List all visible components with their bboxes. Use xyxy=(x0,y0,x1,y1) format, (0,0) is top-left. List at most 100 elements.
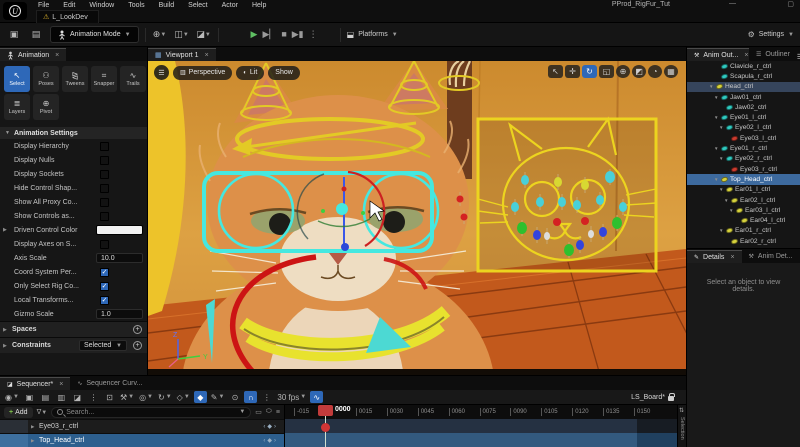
maximize-button[interactable]: ▢ xyxy=(787,0,794,8)
sequencer-side-tab[interactable]: ⇅ Selection xyxy=(677,405,686,447)
tree-item-ear04_l_ctrl[interactable]: Ear04_l_ctrl xyxy=(687,215,800,225)
browse-content-icon[interactable]: ▤ xyxy=(39,391,52,403)
close-icon[interactable]: × xyxy=(744,52,748,59)
tree-item-top_head_ctrl[interactable]: ▼ Top_Head_ctrl xyxy=(687,174,800,185)
lock-icon[interactable] xyxy=(668,392,675,401)
checkbox[interactable] xyxy=(100,211,109,221)
tab-anim-details[interactable]: ⚒ Anim Det... xyxy=(742,250,800,263)
group-spaces[interactable]: ▶ Spaces + xyxy=(0,321,147,337)
lit-dropdown[interactable]: ◐ Lit xyxy=(236,65,265,80)
close-icon[interactable]: × xyxy=(55,52,59,59)
menu-tools[interactable]: Tools xyxy=(128,2,144,9)
curve-editor-icon[interactable]: ∿ xyxy=(310,391,324,403)
play-options-dots[interactable]: ⋮ xyxy=(309,29,318,40)
menu-edit[interactable]: Edit xyxy=(63,2,75,9)
content-browser-icon[interactable]: ▤ xyxy=(28,27,44,43)
checkbox[interactable]: ✓ xyxy=(100,281,109,291)
facial-control-board[interactable] xyxy=(456,116,658,273)
save-all-icon[interactable]: ▣ xyxy=(6,27,22,43)
tree-item-ear03_l_ctrl[interactable]: ▼ Ear03_l_ctrl xyxy=(687,205,800,215)
cinematics-icon[interactable]: ◪ ▼ xyxy=(196,27,212,43)
edit-pen-icon[interactable]: ✎ ▼ xyxy=(210,391,226,403)
track-lane[interactable] xyxy=(285,419,686,433)
add-actor-icon[interactable]: ⊕ ▼ xyxy=(152,27,168,43)
tree-item-ear01_r_ctrl[interactable]: ▼ Ear01_r_ctrl xyxy=(687,226,800,236)
play-button[interactable]: ▶ xyxy=(251,29,258,40)
tab-outliner[interactable]: ☰ Outliner xyxy=(749,48,797,61)
tree-item-ear02_r_ctrl[interactable]: Ear02_r_ctrl xyxy=(687,236,800,246)
filter-icon[interactable]: ∇▼ xyxy=(37,408,48,416)
level-tab[interactable]: ⚠ L_LookDev xyxy=(36,10,99,23)
tab-details[interactable]: ✎ Details × xyxy=(687,250,742,263)
playhead-flag[interactable] xyxy=(318,405,333,416)
checkbox[interactable] xyxy=(100,197,109,207)
scale-tool-icon[interactable]: ◱ xyxy=(599,65,614,78)
add-button[interactable]: + xyxy=(133,341,142,350)
sequencer-timeline[interactable]: -015 0015 0030 0045 0060 0075 0090 0105 0120 0135… xyxy=(285,405,686,447)
range-toggle-icon[interactable]: ⬭ xyxy=(266,408,272,416)
surface-snap-toggle-icon[interactable]: ◩ xyxy=(632,65,646,78)
anim-tool-trails[interactable]: ∿ Trails xyxy=(120,66,146,92)
bindings-icon[interactable]: ⊡ xyxy=(103,391,116,403)
menu-build[interactable]: Build xyxy=(159,2,175,9)
tab-sequencer[interactable]: ◪ Sequencer* × xyxy=(0,377,71,390)
track-lane-selected[interactable] xyxy=(285,433,686,447)
anim-tool-select[interactable]: ↖ Select xyxy=(4,66,30,92)
sequencer-track-eye03_r_ctrl[interactable]: ▶ Eye03_r_ctrl ‹◆› xyxy=(0,419,284,433)
snap-magnet-icon[interactable]: ∩ xyxy=(244,391,258,403)
frame-advance-button[interactable]: ▶▏ xyxy=(262,29,276,40)
playhead-knob[interactable] xyxy=(321,423,330,432)
checkbox[interactable] xyxy=(100,183,109,193)
camera-cut-icon[interactable]: ◉ ▼ xyxy=(4,391,20,403)
platforms-dropdown[interactable]: ⬓ Platforms ▼ xyxy=(347,30,398,39)
checkbox[interactable] xyxy=(100,169,109,179)
tab-viewport[interactable]: ▦ Viewport 1 × xyxy=(148,48,216,61)
sequence-breadcrumb[interactable]: LS_Board* xyxy=(631,392,682,401)
close-icon[interactable]: × xyxy=(205,52,209,59)
anim-tool-pivot[interactable]: ⊕ Pivot xyxy=(33,94,59,120)
snap-options-dots[interactable]: ⋮ xyxy=(260,391,273,403)
color-swatch[interactable] xyxy=(96,225,143,235)
select-tool-icon[interactable]: ↖ xyxy=(548,65,563,78)
viewport-options-menu[interactable]: ☰ xyxy=(154,65,169,80)
tree-item-jaw01_ctrl[interactable]: ▼ Jaw01_ctrl xyxy=(687,92,800,102)
fps-dropdown[interactable]: 30 fps ▼ xyxy=(276,391,307,403)
tab-animation[interactable]: Animation × xyxy=(0,48,67,61)
playback-options-icon[interactable]: ↻ ▼ xyxy=(157,391,173,403)
keyframe-options-icon[interactable]: ◇ ▼ xyxy=(176,391,191,403)
editor-mode-dropdown[interactable]: Animation Mode ▼ xyxy=(50,26,139,43)
tree-item-ear02_l_ctrl[interactable]: ▼ Ear02_l_ctrl xyxy=(687,195,800,205)
sequencer-track-top_head_ctrl[interactable]: ▶ Top_Head_ctrl ‹◆› xyxy=(0,433,284,447)
world-space-toggle-icon[interactable]: ⊕ xyxy=(616,65,630,78)
checkbox[interactable]: ✓ xyxy=(100,295,109,305)
autokey-icon[interactable]: ◆ xyxy=(193,391,207,403)
menu-window[interactable]: Window xyxy=(89,2,114,9)
tree-item-head_ctrl[interactable]: ▼ Head_ctrl xyxy=(687,81,800,92)
stop-button[interactable]: ■ xyxy=(281,29,286,40)
number-input[interactable]: 10.0 xyxy=(96,253,143,263)
show-dropdown[interactable]: Show xyxy=(268,65,300,80)
render-movie-icon[interactable]: ▥ xyxy=(55,391,68,403)
sequencer-search-input[interactable]: Search... ▼ xyxy=(51,406,252,418)
clapper-icon[interactable]: ◪ xyxy=(71,391,84,403)
tree-item-clavicle_r_ctrl[interactable]: Clavicle_r_ctrl xyxy=(687,61,800,71)
blueprints-icon[interactable]: ◫ ▼ xyxy=(174,27,190,43)
tree-item-ear01_l_ctrl[interactable]: ▼ Ear01_l_ctrl xyxy=(687,185,800,195)
jump-to-end-button[interactable]: ▶▮ xyxy=(292,29,304,40)
tree-item-eye03_l_ctrl[interactable]: Eye03_l_ctrl xyxy=(687,133,800,143)
marker-pin-icon[interactable]: ⊙ xyxy=(228,391,241,403)
more-dots-icon[interactable]: ⋮ xyxy=(87,391,100,403)
tab-anim-outliner[interactable]: ⚒ Anim Out... × xyxy=(687,48,749,61)
tree-item-eye02_r_ctrl[interactable]: ▼ Eye02_r_ctrl xyxy=(687,154,800,164)
anim-tool-tweens[interactable]: ⧎ Tweens xyxy=(62,66,88,92)
add-track-button[interactable]: + Add xyxy=(4,406,33,418)
save-icon[interactable]: ▣ xyxy=(23,391,36,403)
view-options-icon[interactable]: ◎ ▼ xyxy=(138,391,154,403)
anim-tool-poses[interactable]: ⚇ Poses xyxy=(33,66,59,92)
camera-speed-icon[interactable]: ◔ xyxy=(648,65,662,78)
tree-item-eye01_r_ctrl[interactable]: ▼ Eye01_r_ctrl xyxy=(687,143,800,153)
group-constraints[interactable]: ▶ Constraints Selected ▼ + xyxy=(0,337,147,353)
move-tool-icon[interactable]: ✛ xyxy=(565,65,580,78)
close-icon[interactable]: × xyxy=(730,254,734,261)
animation-settings-header[interactable]: ▼ Animation Settings xyxy=(0,127,147,139)
